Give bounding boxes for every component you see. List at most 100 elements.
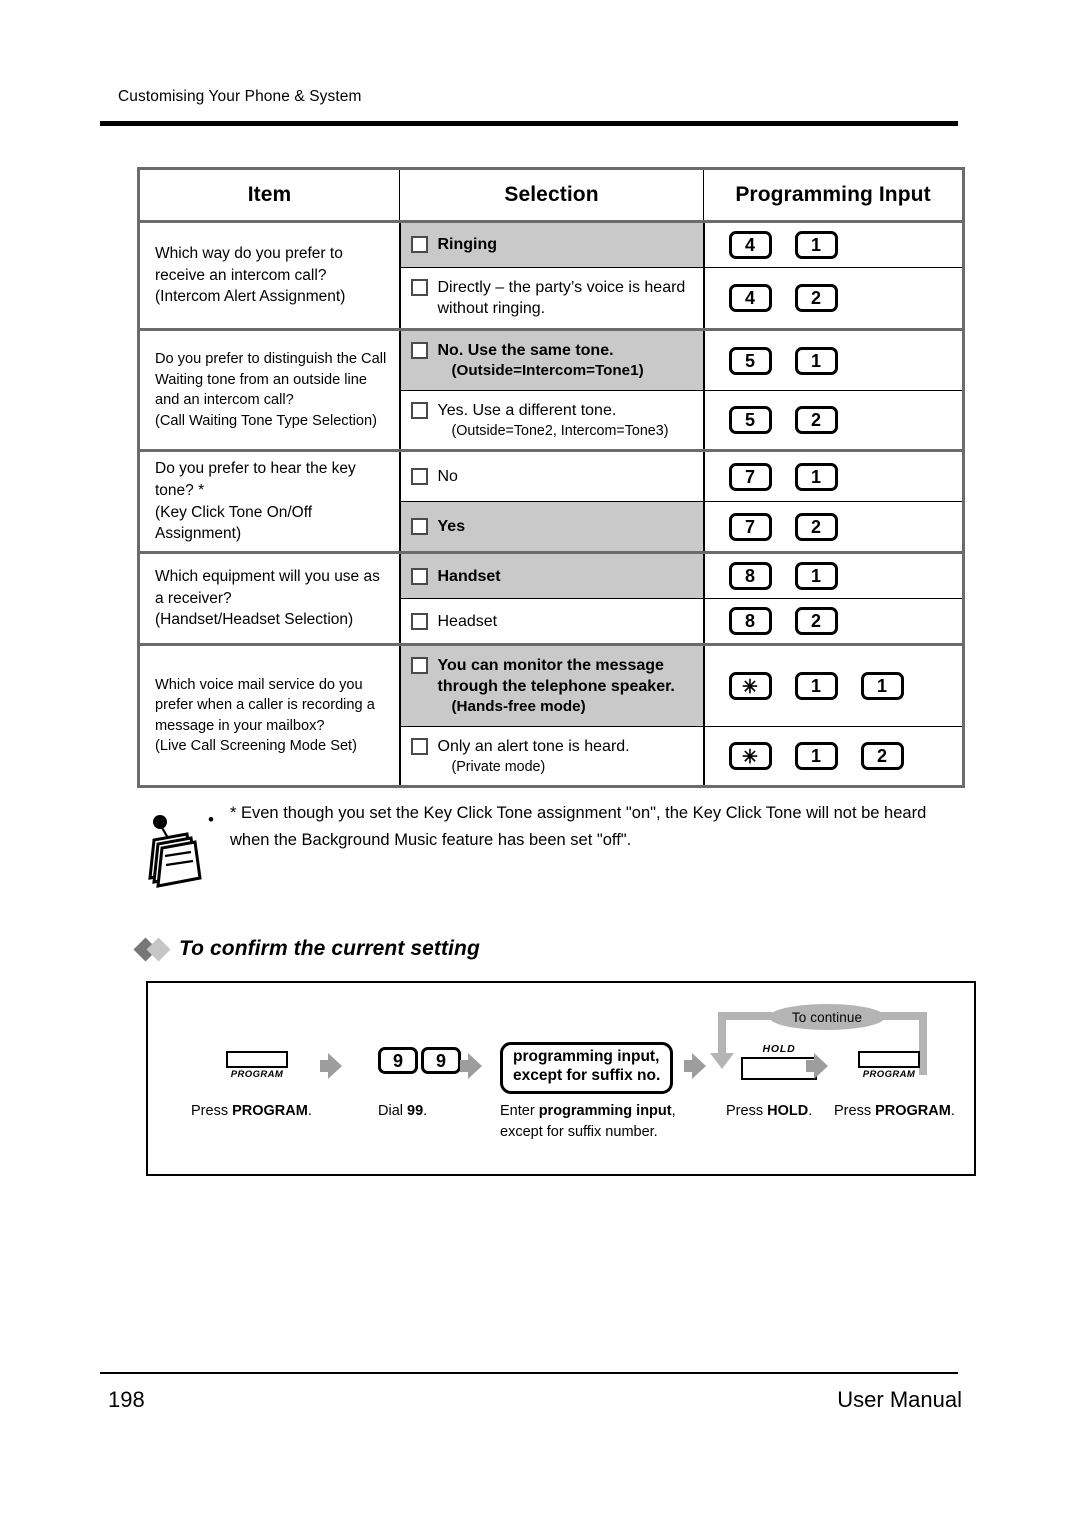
key-1[interactable]: 1 [794,742,838,771]
programming-input-cell: 52 [703,390,964,452]
table-row: Which voice mail service do you prefer w… [138,643,964,787]
key-8[interactable]: 8 [728,562,772,591]
key-2[interactable]: 2 [794,406,838,435]
table-row: Which equipment will you use as a receiv… [138,551,964,645]
item-feature-name: (Intercom Alert Assignment) [155,288,346,306]
page-number: 198 [108,1387,145,1412]
selection-label: No [437,468,458,486]
selection-label: Yes. Use a different tone. (Outside=Tone2… [438,400,695,440]
selection-cell: Only an alert tone is heard. (Private mod… [399,726,705,787]
program-key[interactable]: PROGRAM [858,1051,920,1080]
item-feature-name: (Handset/Headset Selection) [155,611,354,629]
selection-checkbox[interactable] [410,612,428,630]
flow-arrow-right-icon [320,1053,342,1079]
column-header-item: Item [138,168,400,222]
step-caption: Press PROGRAM. [834,1103,955,1119]
key-9[interactable]: 9 [421,1047,461,1074]
selection-cell: You can monitor the message through the … [399,643,705,728]
program-key-cap [858,1051,920,1068]
flow-diagram: To continue PROGRAM 9 9 programming input, e… [146,981,976,1176]
selection-checkbox[interactable] [410,567,428,585]
key-7[interactable]: 7 [728,462,772,491]
selection-cell: Yes [399,501,705,554]
table-row: Do you prefer to distinguish the Call Wa… [138,328,964,451]
programming-table: Item Selection Programming Input Which w… [137,167,965,789]
key-1[interactable]: 1 [794,672,838,701]
key-1[interactable]: 1 [794,346,838,375]
item-question: Which way do you prefer to receive an in… [155,245,343,284]
key-8[interactable]: 8 [728,607,772,636]
flow-glyph-row: PROGRAM 9 9 programming input, except for su… [148,1039,974,1097]
key-2[interactable]: 2 [794,512,838,541]
item-feature-name: (Live Call Screening Mode Set) [155,738,357,755]
selection-cell: Headset [399,598,705,646]
selection-cell: Handset [399,551,705,600]
selection-label: Headset [437,612,498,630]
program-key[interactable]: PROGRAM [226,1051,288,1080]
footer-divider [100,1372,958,1374]
table-row: Which way do you prefer to receive an in… [138,219,964,330]
section-heading-label: To confirm the current setting [179,937,480,960]
key-2[interactable]: 2 [860,742,904,771]
programming-input-box-line1: programming input, [513,1048,660,1065]
selection-sublabel: (Hands-free mode) [451,698,586,716]
flow-arrow-right-icon [806,1053,828,1079]
step-caption: Press HOLD. [726,1103,813,1119]
selection-checkbox[interactable] [410,738,428,756]
note-bullet: • [208,810,214,829]
item-question: Which voice mail service do you prefer w… [155,676,375,734]
step-caption: Press PROGRAM. [191,1103,312,1119]
step-caption: Enter programming input, except for suff… [500,1101,676,1142]
key-star[interactable]: ✳ [728,742,772,771]
selection-checkbox[interactable] [410,657,428,675]
programming-input-cell: 82 [703,598,964,646]
selection-checkbox[interactable] [410,518,428,536]
programming-input-cell: 71 [703,449,964,503]
selection-label: You can monitor the message through the … [438,655,695,717]
programming-input-box[interactable]: programming input, except for suffix no. [500,1042,674,1094]
table-body: Which way do you prefer to receive an in… [138,219,964,787]
selection-checkbox[interactable] [410,468,428,486]
programming-input-cell: 42 [703,267,964,331]
selection-label: Directly – the party’s voice is heard wi… [437,279,686,318]
key-4[interactable]: 4 [728,231,772,259]
item-cell: Which equipment will you use as a receiv… [138,551,401,645]
key-1[interactable]: 1 [794,462,838,491]
key-9[interactable]: 9 [378,1047,418,1074]
to-continue-badge: To continue [769,1004,885,1030]
selection-checkbox[interactable] [410,342,428,360]
key-2[interactable]: 2 [794,607,838,636]
key-2[interactable]: 2 [794,284,838,313]
key-1[interactable]: 1 [794,562,838,591]
program-key-label: PROGRAM [862,1069,916,1080]
key-1[interactable]: 1 [860,672,904,701]
item-question: Do you prefer to hear the key tone? * [155,460,356,500]
flow-arrow-right-icon [684,1053,706,1079]
key-star[interactable]: ✳ [728,672,772,701]
item-cell: Do you prefer to distinguish the Call Wa… [138,328,401,451]
selection-label: No. Use the same tone. (Outside=Intercom=… [438,340,695,381]
table-row: Do you prefer to hear the key tone? * (Ke… [138,449,964,553]
flow-arrow-right-icon [460,1053,482,1079]
selection-checkbox[interactable] [410,279,428,296]
item-question: Which equipment will you use as a receiv… [155,568,380,607]
key-5[interactable]: 5 [728,346,772,375]
selection-sublabel: (Outside=Intercom=Tone1) [451,362,644,380]
selection-cell: Yes. Use a different tone. (Outside=Tone2… [399,390,705,452]
key-7[interactable]: 7 [728,512,772,541]
column-header-selection: Selection [399,168,704,222]
key-5[interactable]: 5 [728,406,772,435]
selection-label: Only an alert tone is heard. (Private mod… [438,736,695,776]
item-cell: Do you prefer to hear the key tone? * (Ke… [138,449,401,553]
breadcrumb: Customising Your Phone & System [118,88,362,105]
selection-checkbox[interactable] [410,236,428,254]
selection-checkbox[interactable] [410,402,428,420]
key-4[interactable]: 4 [728,284,772,313]
item-question: Do you prefer to distinguish the Call Wa… [155,351,387,409]
step-caption-emphasis: programming input [538,1103,672,1119]
selection-label: Yes [437,518,466,536]
programming-input-cell: 72 [703,501,964,554]
diamond-bullet-light-icon [146,936,171,962]
key-1[interactable]: 1 [794,231,838,259]
selection-sublabel: (Private mode) [451,758,546,775]
